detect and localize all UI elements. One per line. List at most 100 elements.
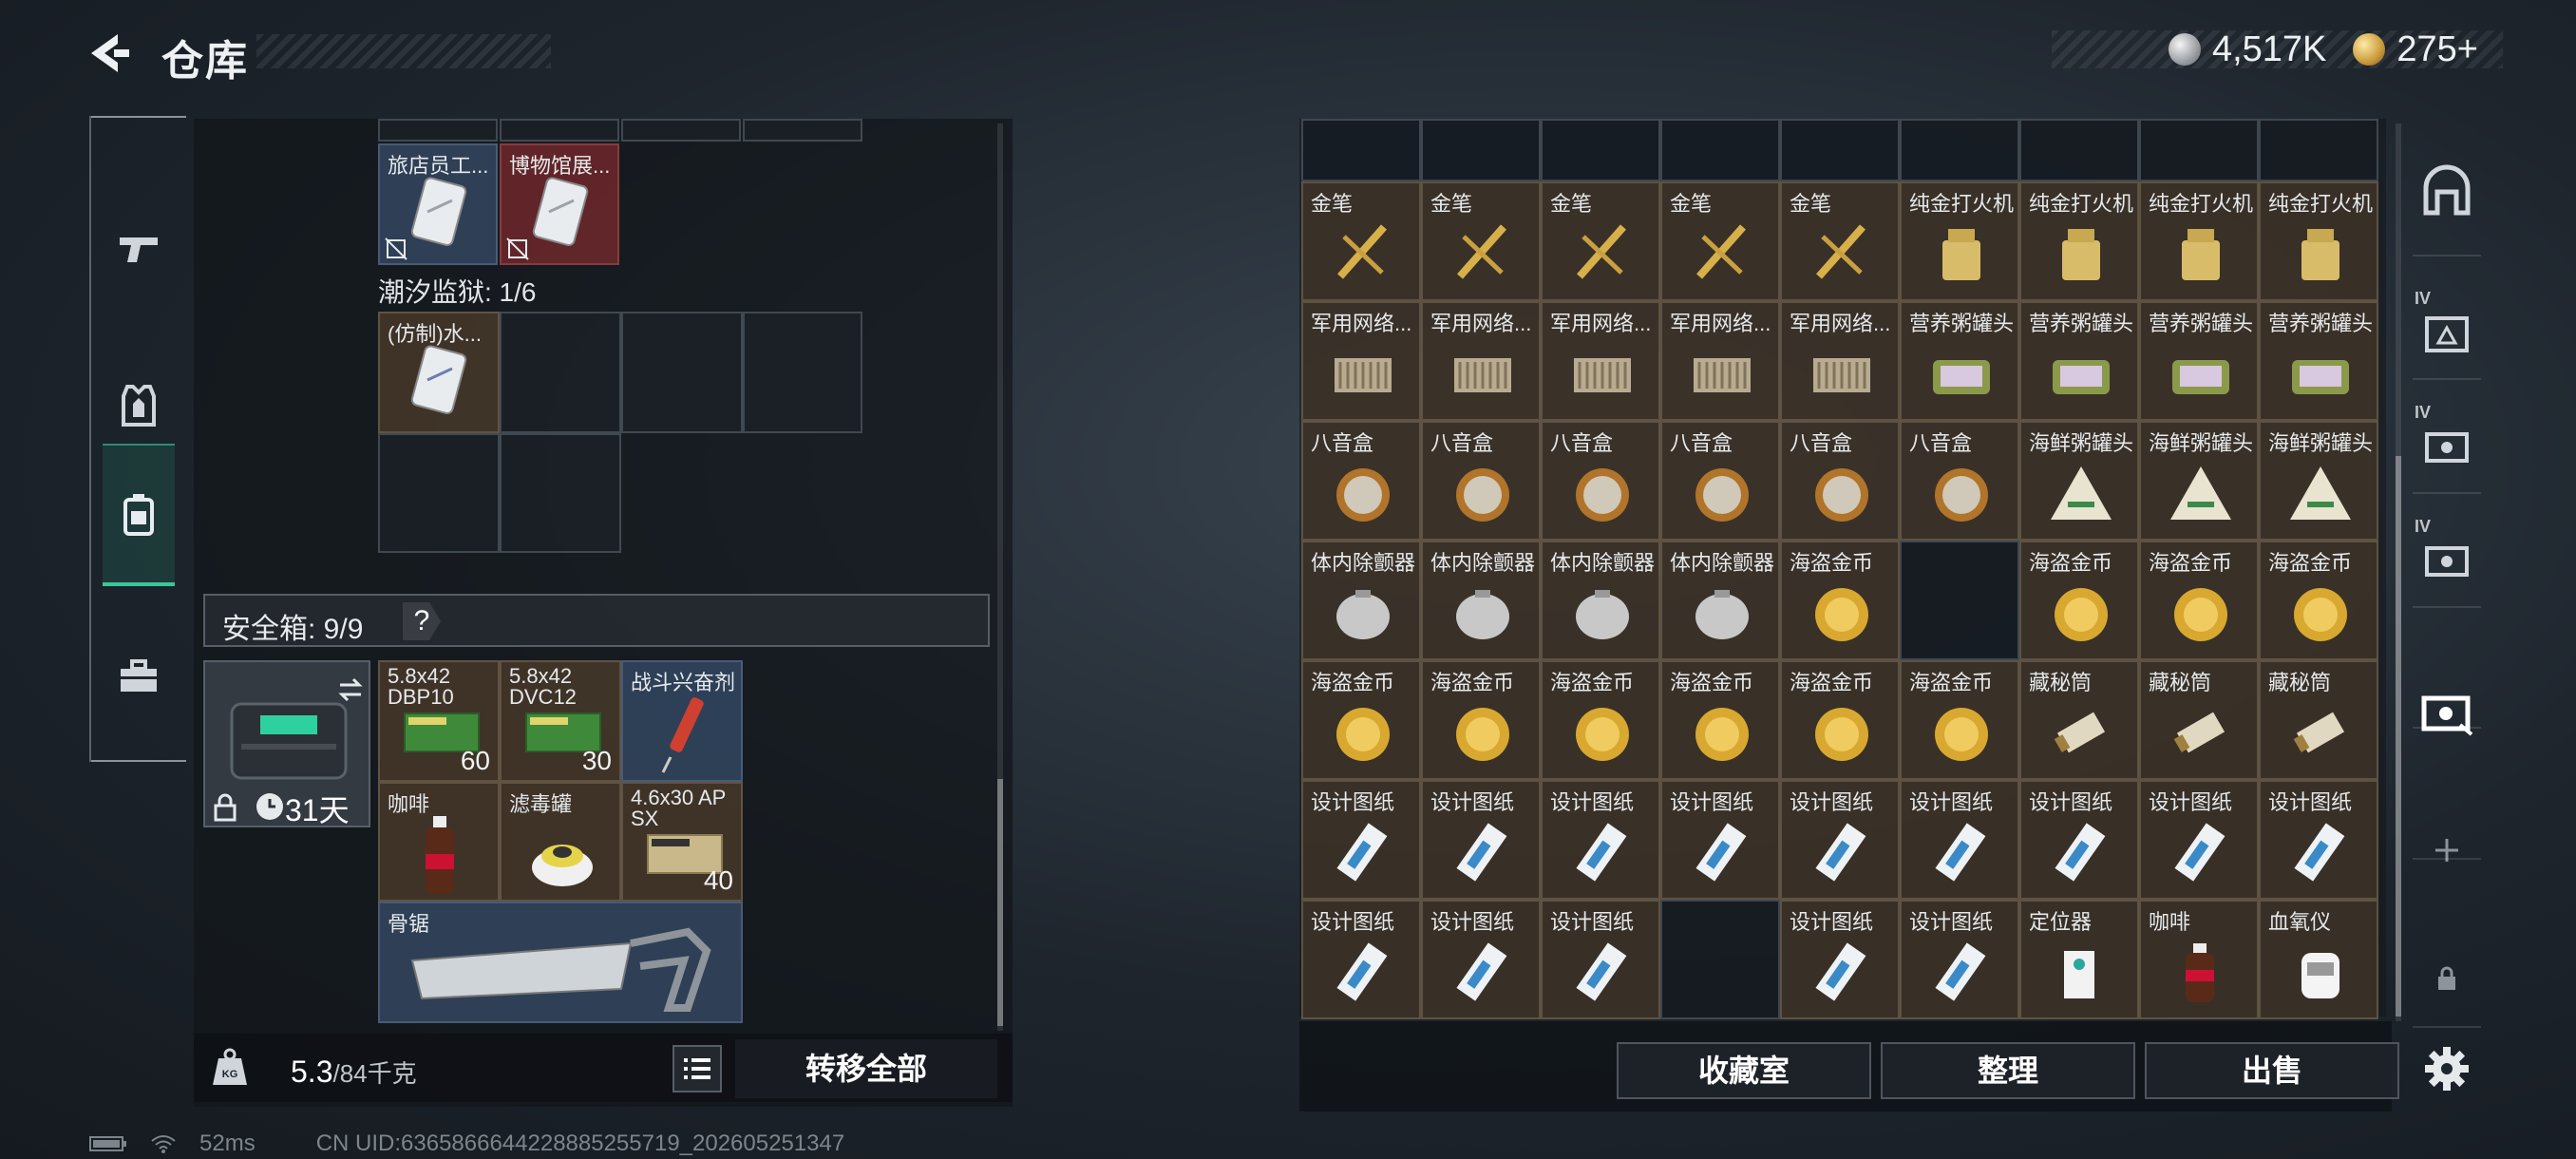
item-cell[interactable]: 海盗金币 <box>1780 541 1900 660</box>
item-cell[interactable]: 营养粥罐头 <box>2259 301 2378 421</box>
stash-scrollbar[interactable] <box>2396 124 2401 1021</box>
collection-button[interactable]: 收藏室 <box>1617 1042 1871 1099</box>
item-cell[interactable]: 5.8x42 DVC12 30 <box>500 660 621 782</box>
item-cell[interactable]: 军用网络... <box>1421 301 1541 421</box>
grid-cell[interactable] <box>1900 541 2019 660</box>
item-cell[interactable]: 设计图纸 <box>1900 900 2019 1019</box>
item-cell[interactable]: 设计图纸 <box>1541 780 1660 900</box>
item-cell[interactable]: 八音盒 <box>1301 421 1421 541</box>
add-container-button[interactable] <box>2409 793 2485 907</box>
item-cell[interactable]: 体内除颤器 <box>1421 541 1541 660</box>
grid-cell[interactable] <box>2139 119 2259 181</box>
item-cell[interactable]: 金笔 <box>1301 181 1421 301</box>
nav-container-5-active[interactable] <box>2409 656 2485 770</box>
list-view-button[interactable] <box>672 1045 722 1092</box>
item-cell[interactable]: 滤毒罐 <box>500 782 621 902</box>
grid-cell[interactable] <box>1301 119 1421 181</box>
item-cell[interactable]: 5.8x42 DBP10 60 <box>378 660 500 782</box>
grid-cell[interactable] <box>2259 119 2378 181</box>
item-cell[interactable]: 海盗金币 <box>1301 660 1421 780</box>
item-cell[interactable]: 藏秘筒 <box>2019 660 2139 780</box>
item-cell[interactable]: 八音盒 <box>1421 421 1541 541</box>
transfer-all-button[interactable]: 转移全部 <box>735 1039 997 1098</box>
item-cell[interactable]: 金笔 <box>1660 181 1780 301</box>
item-cell[interactable]: 营养粥罐头 <box>2019 301 2139 421</box>
item-cell[interactable]: 纯金打火机 <box>2019 181 2139 301</box>
item-cell[interactable]: 纯金打火机 <box>2139 181 2259 301</box>
item-cell[interactable]: 战斗兴奋剂 <box>621 660 743 782</box>
item-cell[interactable]: 海盗金币 <box>1900 660 2019 780</box>
settings-button[interactable] <box>2409 993 2485 1145</box>
item-cell[interactable]: 海盗金币 <box>1780 660 1900 780</box>
item-cell[interactable]: 海盗金币 <box>2139 541 2259 660</box>
item-cell[interactable]: 咖啡 <box>2139 900 2259 1019</box>
nav-container-4[interactable]: IV <box>2409 504 2485 618</box>
grid-cell[interactable] <box>378 119 498 142</box>
grid-cell[interactable] <box>743 312 862 433</box>
item-cell[interactable]: 海盗金币 <box>2019 541 2139 660</box>
item-cell[interactable]: 设计图纸 <box>2139 780 2259 900</box>
item-cell[interactable]: 军用网络... <box>1541 301 1660 421</box>
item-cell[interactable]: 旅店员工... <box>378 143 498 265</box>
grid-cell[interactable] <box>500 119 619 142</box>
item-cell[interactable]: 定位器 <box>2019 900 2139 1019</box>
grid-cell[interactable] <box>743 119 862 142</box>
item-cell[interactable]: 设计图纸 <box>2019 780 2139 900</box>
grid-cell[interactable] <box>378 433 500 553</box>
item-cell[interactable]: 海盗金币 <box>1541 660 1660 780</box>
nav-backpack[interactable] <box>103 444 175 586</box>
item-cell[interactable]: 海鲜粥罐头 <box>2259 421 2378 541</box>
item-cell[interactable]: 八音盒 <box>1541 421 1660 541</box>
item-cell[interactable]: 海盗金币 <box>1421 660 1541 780</box>
grid-cell[interactable] <box>1900 119 2019 181</box>
item-cell[interactable]: 4.6x30 AP SX 40 <box>621 782 743 902</box>
nav-weapons[interactable] <box>103 178 175 320</box>
item-cell[interactable]: 设计图纸 <box>1780 780 1900 900</box>
item-cell[interactable]: 营养粥罐头 <box>1900 301 2019 421</box>
item-cell[interactable]: 体内除颤器 <box>1301 541 1421 660</box>
item-cell[interactable]: 设计图纸 <box>1421 900 1541 1019</box>
item-cell[interactable]: 海盗金币 <box>1660 660 1780 780</box>
nav-container-3[interactable]: IV <box>2409 390 2485 504</box>
item-cell[interactable]: 博物馆展... <box>500 143 619 265</box>
item-cell[interactable]: 血氧仪 <box>2259 900 2378 1019</box>
item-cell[interactable]: 设计图纸 <box>1780 900 1900 1019</box>
item-cell[interactable]: 军用网络... <box>1660 301 1780 421</box>
item-cell[interactable]: 八音盒 <box>1780 421 1900 541</box>
item-cell[interactable]: 藏秘筒 <box>2139 660 2259 780</box>
item-cell[interactable]: 纯金打火机 <box>1900 181 2019 301</box>
item-cell[interactable]: 八音盒 <box>1660 421 1780 541</box>
item-cell[interactable]: 体内除颤器 <box>1660 541 1780 660</box>
item-cell[interactable]: 海鲜粥罐头 <box>2019 421 2139 541</box>
item-cell[interactable]: 设计图纸 <box>1900 780 2019 900</box>
item-cell[interactable]: 营养粥罐头 <box>2139 301 2259 421</box>
item-cell[interactable]: 藏秘筒 <box>2259 660 2378 780</box>
item-cell[interactable]: 海鲜粥罐头 <box>2139 421 2259 541</box>
inventory-scrollbar[interactable] <box>997 124 1003 1031</box>
grid-cell[interactable] <box>1660 900 1780 1019</box>
grid-cell[interactable] <box>621 312 743 433</box>
item-cell[interactable]: 体内除颤器 <box>1541 541 1660 660</box>
item-cell[interactable]: 金笔 <box>1421 181 1541 301</box>
item-cell[interactable]: 骨锯 <box>378 902 743 1023</box>
item-cell[interactable]: 设计图纸 <box>1660 780 1780 900</box>
item-cell[interactable]: 设计图纸 <box>1301 780 1421 900</box>
item-cell[interactable]: 纯金打火机 <box>2259 181 2378 301</box>
grid-cell[interactable] <box>1780 119 1900 181</box>
item-cell[interactable]: (仿制)水... <box>378 312 500 433</box>
item-cell[interactable]: 设计图纸 <box>1541 900 1660 1019</box>
item-cell[interactable]: 海盗金币 <box>2259 541 2378 660</box>
item-cell[interactable]: 八音盒 <box>1900 421 2019 541</box>
grid-cell[interactable] <box>1421 119 1541 181</box>
back-button[interactable] <box>85 28 135 78</box>
grid-cell[interactable] <box>500 433 621 553</box>
item-cell[interactable]: 咖啡 <box>378 782 500 902</box>
item-cell[interactable]: 设计图纸 <box>2259 780 2378 900</box>
sell-button[interactable]: 出售 <box>2145 1042 2399 1099</box>
nav-container-main[interactable] <box>2409 133 2485 247</box>
item-cell[interactable]: 金笔 <box>1541 181 1660 301</box>
nav-case[interactable] <box>103 605 175 748</box>
grid-cell[interactable] <box>1541 119 1660 181</box>
sort-button[interactable]: 整理 <box>1881 1042 2135 1099</box>
grid-cell[interactable] <box>1660 119 1780 181</box>
